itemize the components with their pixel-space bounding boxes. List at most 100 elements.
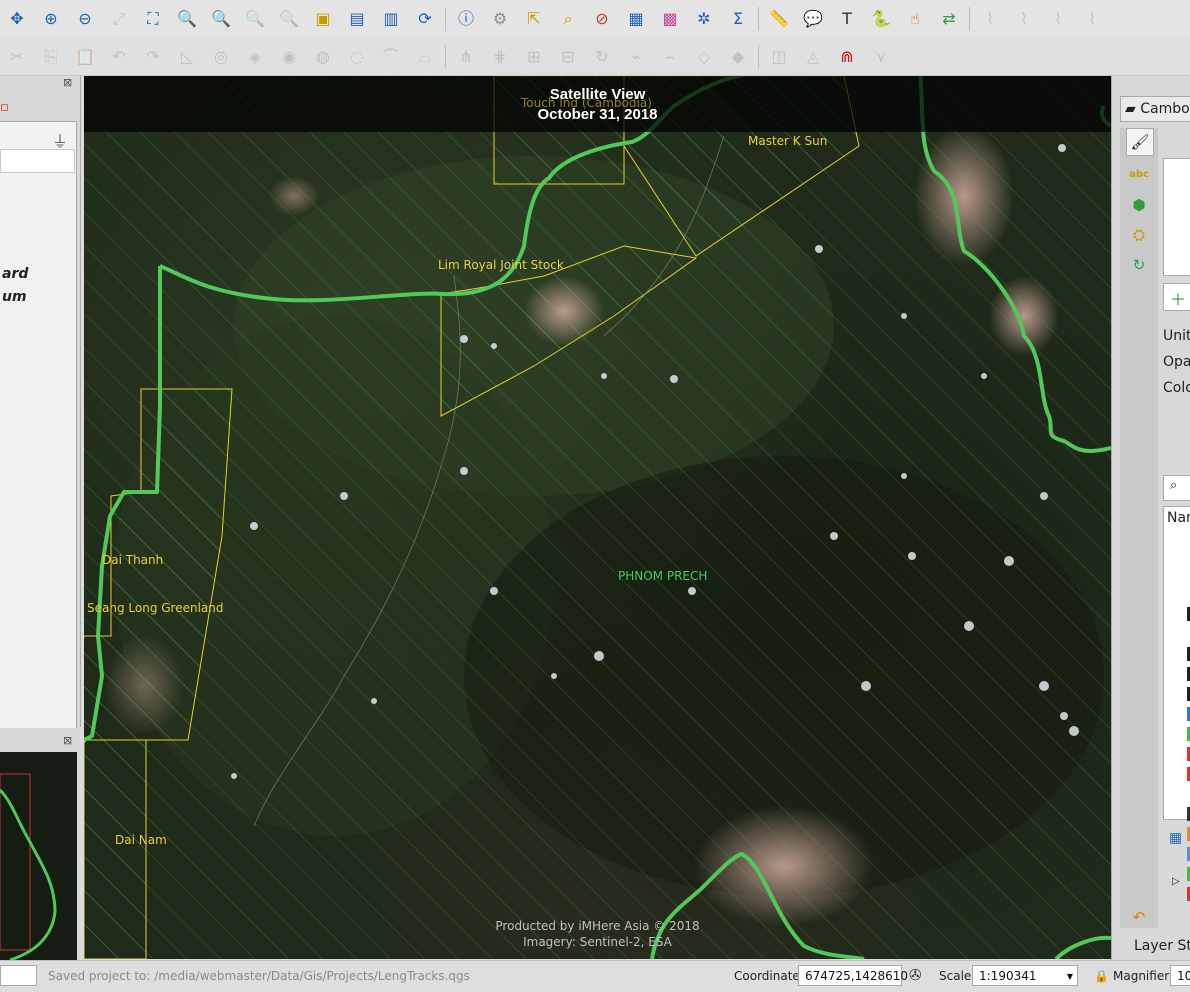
merge-attributes-icon[interactable]: ⊟ — [555, 44, 581, 70]
layer-name-partial-2: um — [2, 289, 27, 305]
action-icon[interactable]: ⚙ — [487, 6, 513, 32]
toolbar-separator — [445, 7, 446, 31]
annotation-tool-icon[interactable]: ◬ — [800, 44, 826, 70]
magnet-icon[interactable]: ⋒ — [834, 44, 860, 70]
diagrams-icon[interactable]: ⛭ — [1126, 222, 1152, 248]
layers-panel: ⊠ ▫ ⏚ ard um — [0, 76, 81, 729]
magnifier-label: Magnifier — [1113, 969, 1170, 983]
tab-layer-styling[interactable]: Layer Styl — [1134, 938, 1190, 954]
close-overview-icon[interactable]: ⊠ — [63, 734, 72, 747]
digitize-shape-icon[interactable]: ◺ — [174, 44, 200, 70]
layer-filter-input[interactable] — [0, 149, 75, 173]
add-part-icon[interactable]: ◈ — [242, 44, 268, 70]
map-tips-icon[interactable]: 💬 — [800, 6, 826, 32]
cut-features-icon[interactable]: ✂ — [4, 44, 30, 70]
labels-icon[interactable]: abc — [1126, 162, 1152, 188]
symbol-library-list[interactable]: Nar — [1163, 506, 1190, 820]
zoom-out-icon[interactable]: ⊖ — [72, 6, 98, 32]
disabled-tool-4-icon[interactable]: ⌇ — [1079, 6, 1105, 32]
chevron-down-icon: ▼ — [1066, 972, 1073, 981]
refresh-icon[interactable]: ⟳ — [412, 6, 438, 32]
name-column-header: Nar — [1167, 510, 1190, 526]
measure-icon[interactable]: 📏 — [766, 6, 792, 32]
toolbar-separator — [758, 7, 759, 31]
status-message: Saved project to: /media/webmaster/Data/… — [48, 969, 470, 983]
identify-icon[interactable]: ⓘ — [453, 6, 479, 32]
layer-sync-icon[interactable]: ⇄ — [936, 6, 962, 32]
unit-label: Unit — [1163, 328, 1190, 344]
diagram-tool-icon[interactable]: ◫ — [766, 44, 792, 70]
attribute-table-icon[interactable]: ▦ — [623, 6, 649, 32]
lock-scale-icon[interactable]: 🔒 — [1094, 969, 1109, 983]
locator-input[interactable] — [0, 965, 37, 986]
paste-features-icon[interactable]: 📋 — [72, 44, 98, 70]
close-panel-icon[interactable]: ⊠ — [63, 76, 72, 89]
zoom-layer-icon[interactable]: 🔍 — [174, 6, 200, 32]
label-dai-nam: Dai Nam — [115, 833, 167, 847]
curve-tool-icon[interactable]: ⌢ — [657, 44, 683, 70]
label-lim-royal: Lim Royal Joint Stock — [438, 258, 564, 272]
vertex-tool-icon[interactable]: ◇ — [691, 44, 717, 70]
statistics-icon[interactable]: Σ — [725, 6, 751, 32]
undo-style-icon[interactable]: ↶ — [1126, 904, 1152, 930]
split-features-icon[interactable]: ⋔ — [453, 44, 479, 70]
simplify-icon[interactable]: ⌁ — [623, 44, 649, 70]
opacity-label: Opa — [1163, 354, 1190, 370]
zoom-last-icon[interactable]: 🔍 — [242, 6, 268, 32]
delete-part-icon[interactable]: ◌ — [344, 44, 370, 70]
expand-arrow-icon[interactable]: ▷ — [1172, 876, 1180, 887]
overview-map[interactable] — [0, 752, 77, 962]
zoom-in-icon[interactable]: ⊕ — [38, 6, 64, 32]
field-calculator-icon[interactable]: ▩ — [657, 6, 683, 32]
3d-view-icon[interactable]: ⬢ — [1126, 192, 1152, 218]
plus-icon: ＋ — [1170, 290, 1187, 309]
zoom-full-icon[interactable]: ⤢ — [106, 6, 132, 32]
toggle-extents-icon[interactable]: ✇ — [909, 966, 922, 984]
new-bookmark-icon[interactable]: ▣ — [310, 6, 336, 32]
label-seang-long: Seang Long Greenland — [87, 601, 224, 615]
symbol-search-input[interactable]: ⌕ — [1163, 475, 1190, 501]
merge-features-icon[interactable]: ⊞ — [521, 44, 547, 70]
processing-toolbox-icon[interactable]: ✲ — [691, 6, 717, 32]
offset-curve-icon[interactable]: ⌓ — [412, 44, 438, 70]
show-bookmarks-icon[interactable]: ▤ — [344, 6, 370, 32]
pan-icon[interactable]: ✥ — [4, 6, 30, 32]
scale-select[interactable]: 1:190341 ▼ — [972, 965, 1078, 986]
map-canvas[interactable]: Satellite View October 31, 2018 Touch In… — [84, 76, 1111, 959]
history-icon[interactable]: ↻ — [1126, 252, 1152, 278]
snapping-icon[interactable]: ⋎ — [868, 44, 894, 70]
label-tool-icon[interactable]: ◆ — [725, 44, 751, 70]
disabled-tool-2-icon[interactable]: ⌇ — [1011, 6, 1037, 32]
symbol-preview-box[interactable] — [1163, 158, 1190, 276]
text-annotation-icon[interactable]: T — [834, 6, 860, 32]
zoom-selection-icon[interactable]: ⛶ — [140, 6, 166, 32]
fill-ring-icon[interactable]: ◉ — [276, 44, 302, 70]
deselect-icon[interactable]: ⊘ — [589, 6, 615, 32]
python-console-icon[interactable]: 🐍 — [868, 6, 894, 32]
toolbar-separator — [758, 44, 759, 69]
pointer-icon[interactable]: ☝ — [902, 6, 928, 32]
remove-layer-icon[interactable]: ▫ — [0, 100, 9, 115]
table-view-icon[interactable]: ▦ — [1169, 830, 1182, 846]
symbology-icon[interactable]: 🖌 — [1126, 128, 1154, 156]
split-parts-icon[interactable]: ⋕ — [487, 44, 513, 70]
undo-icon[interactable]: ↶ — [106, 44, 132, 70]
primary-toolbar: ✥ ⊕ ⊖ ⤢ ⛶ 🔍 🔍 🔍 🔍 ▣ ▤ ▥ ⟳ ⓘ ⚙ ⇱ ⌕ ⊘ ▦ ▩ ✲ Σ 📏 💬 T 🐍 ☝ ⇄ ⌇ ⌇ ⌇ ⌇ — [0, 0, 1190, 39]
add-symbol-button[interactable]: ＋ — [1163, 283, 1190, 311]
select-features-icon[interactable]: ⇱ — [521, 6, 547, 32]
copy-features-icon[interactable]: ⎘ — [38, 44, 64, 70]
new-map-view-icon[interactable]: ▥ — [378, 6, 404, 32]
disabled-tool-3-icon[interactable]: ⌇ — [1045, 6, 1071, 32]
add-ring-icon[interactable]: ◎ — [208, 44, 234, 70]
magnifier-field[interactable]: 10 — [1170, 965, 1190, 986]
reshape-icon[interactable]: ⌒ — [378, 44, 404, 70]
zoom-next-icon[interactable]: 🔍 — [276, 6, 302, 32]
rotate-label-icon[interactable]: ↻ — [589, 44, 615, 70]
delete-ring-icon[interactable]: ◍ — [310, 44, 336, 70]
select-value-icon[interactable]: ⌕ — [555, 6, 581, 32]
disabled-tool-1-icon[interactable]: ⌇ — [977, 6, 1003, 32]
redo-icon[interactable]: ↷ — [140, 44, 166, 70]
layer-selector[interactable]: ▰ Cambo — [1120, 96, 1190, 122]
zoom-native-icon[interactable]: 🔍 — [208, 6, 234, 32]
coordinate-field[interactable]: 674725,1428610 — [798, 965, 908, 986]
